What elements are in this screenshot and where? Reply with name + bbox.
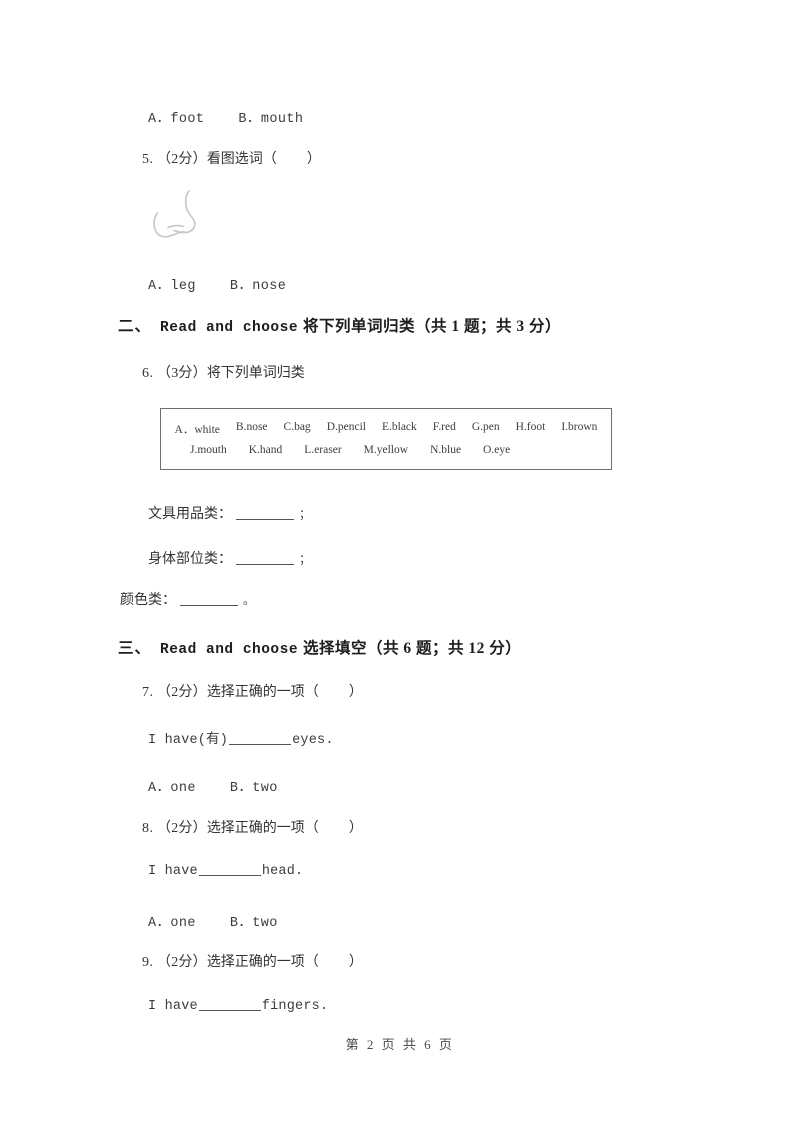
category-label: 颜色类：	[120, 593, 176, 608]
question-7-score: （2分）	[157, 685, 207, 700]
question-6-number: 6.	[142, 366, 154, 381]
word-item: M.yellow	[363, 444, 409, 456]
section-two-english: Read and choose	[160, 320, 299, 336]
nose-line-drawing	[148, 186, 226, 250]
sentence-suffix: eyes.	[292, 733, 334, 748]
sentence-blank[interactable]	[198, 1010, 261, 1011]
word-item: C.bag	[283, 421, 311, 433]
section-three-chinese: 选择填空（共 6 题；共 12 分）	[303, 640, 522, 657]
question-8-stem: 8. （2分）选择正确的一项（ ）	[142, 817, 363, 837]
question-5-close-paren: ）	[306, 152, 321, 167]
option-b-label: B．mouth	[238, 112, 304, 127]
question-6-score: （3分）	[157, 366, 207, 381]
question-6-prompt: 将下列单词归类	[206, 366, 305, 381]
word-bank-row-1: A．white B.nose C.bag D.pencil E.black F.…	[161, 421, 611, 437]
word-item: I.brown	[561, 421, 598, 433]
option-b-label: B．nose	[229, 279, 287, 294]
category-label: 文具用品类：	[148, 507, 232, 522]
sentence-suffix: head.	[261, 864, 304, 879]
sentence-prefix: I have	[148, 999, 198, 1014]
word-item: F.red	[432, 421, 456, 433]
word-item: J.mouth	[190, 444, 227, 456]
option-a-label: A．one	[148, 781, 196, 796]
word-item: B.nose	[235, 421, 268, 433]
word-bank-row-2: J.mouth K.hand L.eraser M.yellow N.blue …	[161, 444, 611, 456]
question-6-stem: 6. （3分）将下列单词归类	[142, 362, 305, 382]
question-9-stem: 9. （2分）选择正确的一项（ ）	[142, 951, 363, 971]
category-row-colors: 颜色类： 。	[120, 589, 255, 609]
category-answer-blank[interactable]	[236, 519, 294, 520]
category-row-stationery: 文具用品类： ；	[148, 503, 311, 523]
question-8-score: （2分）	[157, 821, 207, 836]
sentence-suffix: fingers.	[261, 999, 329, 1014]
section-two-heading: 二、 Read and choose 将下列单词归类（共 1 题；共 3 分）	[118, 314, 561, 336]
question-7-number: 7.	[142, 685, 154, 700]
page-footer: 第 2 页 共 6 页	[345, 1037, 455, 1052]
category-answer-blank[interactable]	[236, 564, 294, 565]
section-three-index: 三、	[118, 640, 152, 657]
option-b-label: B．two	[229, 916, 278, 931]
question-7-stem: 7. （2分）选择正确的一项（ ）	[142, 681, 363, 701]
question-8-number: 8.	[142, 821, 154, 836]
section-two-chinese: 将下列单词归类（共 1 题；共 3 分）	[303, 318, 562, 335]
question-5-prompt: 看图选词（	[206, 152, 277, 167]
category-label: 身体部位类：	[148, 552, 232, 567]
question-7-sentence: I have(有) eyes.	[148, 727, 334, 748]
question-8-sentence: I have head.	[148, 864, 303, 879]
question-9-score: （2分）	[157, 955, 207, 970]
word-item: E.black	[381, 421, 417, 433]
word-item: D.pencil	[326, 421, 366, 433]
option-b-label: B．two	[229, 781, 278, 796]
question-8-prompt: 选择正确的一项（	[206, 821, 319, 836]
question-8-close-paren: ）	[348, 821, 363, 836]
question-5-number: 5.	[142, 152, 154, 167]
word-item: N.blue	[430, 444, 462, 456]
word-item: K.hand	[248, 444, 283, 456]
sentence-blank[interactable]	[229, 744, 292, 745]
option-a-label: A．foot	[148, 112, 205, 127]
question-7-options: A．one B．two	[148, 775, 278, 796]
word-bank-box: A．white B.nose C.bag D.pencil E.black F.…	[160, 408, 612, 470]
word-item: O.eye	[483, 444, 511, 456]
question-8-options: A．one B．two	[148, 910, 278, 931]
sentence-prefix: I have	[148, 864, 198, 879]
section-three-heading: 三、 Read and choose 选择填空（共 6 题；共 12 分）	[118, 636, 521, 658]
sentence-prefix: I have(有)	[148, 733, 229, 748]
sentence-blank[interactable]	[198, 875, 261, 876]
category-end-mark: ；	[299, 552, 312, 566]
word-item: H.foot	[515, 421, 546, 433]
question-9-number: 9.	[142, 955, 154, 970]
question-9-sentence: I have fingers.	[148, 999, 328, 1014]
option-a-label: A．leg	[148, 279, 196, 294]
question-5-stem: 5. （2分）看图选词（ ）	[142, 148, 321, 168]
category-answer-blank[interactable]	[180, 605, 238, 606]
category-row-body-parts: 身体部位类： ；	[148, 548, 311, 568]
word-item: G.pen	[471, 421, 500, 433]
question-9-prompt: 选择正确的一项（	[206, 955, 319, 970]
category-end-mark: ；	[299, 507, 312, 521]
category-end-mark: 。	[243, 593, 256, 607]
question-5-score: （2分）	[157, 152, 207, 167]
question-7-close-paren: ）	[348, 685, 363, 700]
word-item: L.eraser	[304, 444, 342, 456]
exam-page: A．foot B．mouth 5. （2分）看图选词（） A．leg B．nose …	[0, 0, 800, 1132]
question-9-close-paren: ）	[348, 955, 363, 970]
section-three-english: Read and choose	[160, 642, 299, 658]
question-4-options: A．foot B．mouth	[148, 106, 303, 127]
option-a-label: A．one	[148, 916, 196, 931]
question-7-prompt: 选择正确的一项（	[206, 685, 319, 700]
question-5-options: A．leg B．nose	[148, 273, 286, 294]
section-two-index: 二、	[118, 318, 152, 335]
word-item: A．white	[174, 424, 220, 436]
